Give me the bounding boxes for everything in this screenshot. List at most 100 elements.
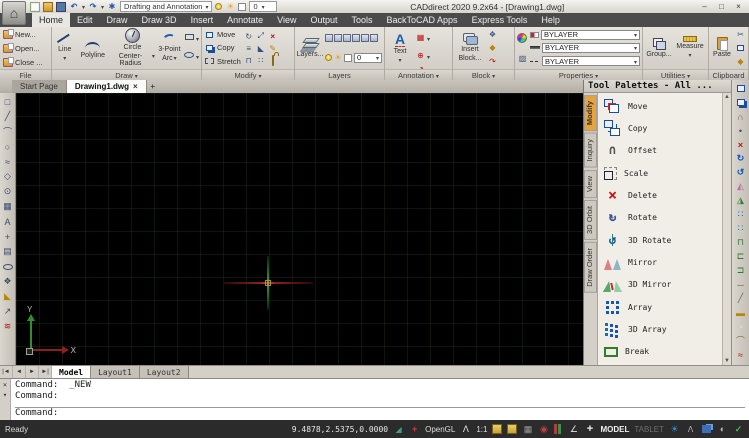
copy-clip-icon[interactable] xyxy=(735,43,746,53)
chevron-down-icon[interactable] xyxy=(196,28,199,46)
next-sheet-icon[interactable]: ► xyxy=(26,366,39,378)
hatch-icon[interactable]: ▦ xyxy=(1,200,14,213)
trim-icon[interactable]: ⊓ xyxy=(246,56,252,65)
chevron-down-icon[interactable] xyxy=(101,2,104,11)
command-input[interactable]: Command: xyxy=(15,408,745,419)
layer-on-icon[interactable] xyxy=(325,54,332,61)
layer-tool-icon[interactable] xyxy=(334,34,342,42)
status-check-icon[interactable] xyxy=(733,423,744,435)
tracking-icon[interactable] xyxy=(409,423,420,435)
erase-icon[interactable]: × xyxy=(270,32,275,41)
layer-lock-icon[interactable] xyxy=(238,3,246,11)
layer-tool-icon[interactable] xyxy=(370,34,378,42)
fillet-icon[interactable]: ◔ xyxy=(734,320,748,333)
annotation-scale-label[interactable]: 1:1 xyxy=(476,425,487,434)
move-button[interactable]: Move xyxy=(204,30,235,40)
polygon-icon[interactable]: ◇ xyxy=(1,170,14,183)
chevron-down-icon[interactable] xyxy=(82,2,85,11)
create-block-icon[interactable]: ❖ xyxy=(487,30,498,40)
workspace-gear-icon[interactable] xyxy=(107,2,117,12)
layer-thaw-icon[interactable] xyxy=(334,54,342,62)
palette-item-offset[interactable]: Offset xyxy=(604,141,720,161)
prev-sheet-icon[interactable]: ◄ xyxy=(13,366,26,378)
chevron-down-icon[interactable] xyxy=(492,71,495,80)
copy-with-basepoint-icon[interactable]: ◆ xyxy=(735,56,746,66)
layer-unlock-icon[interactable] xyxy=(344,54,352,62)
annotation-user-icon[interactable] xyxy=(460,423,471,435)
palette-item-delete[interactable]: Delete xyxy=(604,185,720,205)
color-control[interactable]: BYLAYER xyxy=(530,30,640,40)
chevron-down-icon[interactable] xyxy=(436,71,439,80)
edit-block-icon[interactable]: ◆ xyxy=(487,43,498,53)
stretch-button[interactable]: Stretch xyxy=(204,56,241,66)
save-icon[interactable] xyxy=(56,2,66,12)
edit-polyline-icon[interactable]: ≈ xyxy=(734,348,748,361)
menu-tools[interactable]: Tools xyxy=(345,13,380,27)
table-icon[interactable]: ▦ xyxy=(415,32,426,42)
palette-item-copy[interactable]: Copy xyxy=(604,118,720,138)
block-insert-icon[interactable]: ❖ xyxy=(1,275,14,288)
open-button[interactable]: Open... xyxy=(3,44,40,53)
palette-tab-modify[interactable]: Modify xyxy=(584,95,597,131)
palette-item-rotate[interactable]: Rotate xyxy=(604,208,720,228)
attribute-icon[interactable]: ↷ xyxy=(487,56,498,66)
chevron-down-icon[interactable] xyxy=(427,28,430,46)
chevron-down-icon[interactable] xyxy=(687,71,690,80)
tab-drawing1[interactable]: Drawing1.dwg× xyxy=(67,80,147,93)
menu-view[interactable]: View xyxy=(270,13,303,27)
ellipse-icon[interactable] xyxy=(184,50,195,60)
spline-icon[interactable]: ≈ xyxy=(1,155,14,168)
redo-icon[interactable] xyxy=(88,2,98,12)
chevron-down-icon[interactable] xyxy=(595,71,598,80)
layer-tool-icon[interactable] xyxy=(343,34,351,42)
scale-icon[interactable]: ⤢ xyxy=(258,31,264,41)
ellipse-icon[interactable] xyxy=(1,260,14,273)
palette-tab-3d-orbit[interactable]: 3D Orbit xyxy=(584,200,597,240)
scroll-up-icon[interactable]: ▲ xyxy=(724,94,730,100)
rotate-icon[interactable]: ↻ xyxy=(245,32,252,41)
copy-button[interactable]: Copy xyxy=(204,43,235,53)
polar-toggle-icon[interactable] xyxy=(568,423,579,435)
windows-icon[interactable] xyxy=(701,423,712,435)
tab-start-page[interactable]: Start Page xyxy=(12,80,67,93)
chevron-down-icon[interactable] xyxy=(259,71,262,80)
close-file-button[interactable]: Close ... xyxy=(3,58,43,67)
expand-command-icon[interactable]: ▾ xyxy=(3,391,7,399)
paste-button[interactable]: Paste xyxy=(711,28,733,68)
insert-block-button[interactable]: InsertBlock... xyxy=(455,28,485,68)
user-icon[interactable] xyxy=(685,423,696,435)
table-icon[interactable]: ▤ xyxy=(1,245,14,258)
break-icon[interactable]: ⊓ xyxy=(734,236,748,249)
point-icon[interactable]: ⊙ xyxy=(1,185,14,198)
lengthen-icon[interactable]: ─ xyxy=(734,278,748,291)
minimize-button[interactable]: – xyxy=(697,1,712,12)
undo-icon[interactable] xyxy=(69,2,79,12)
palette-tab-inquiry[interactable]: Inquiry xyxy=(584,133,597,168)
polyline-button[interactable]: Polyline xyxy=(78,28,109,68)
draft-toggle-icon[interactable] xyxy=(492,424,502,434)
palette-item-move[interactable]: Move xyxy=(604,96,720,116)
layers-button[interactable]: Layers... xyxy=(297,28,323,68)
text-button[interactable]: AText xyxy=(387,28,413,68)
new-button[interactable]: New... xyxy=(3,30,36,39)
chevron-down-icon[interactable] xyxy=(135,71,138,80)
app-logo-icon[interactable] xyxy=(2,1,26,25)
move-icon[interactable] xyxy=(734,82,748,95)
linetype-control[interactable]: BYLAYER xyxy=(530,56,640,66)
palette-tab-view[interactable]: View xyxy=(584,170,597,198)
line-button[interactable]: Line xyxy=(54,28,76,68)
chamfer-icon[interactable]: ◣ xyxy=(258,44,264,53)
line-icon[interactable]: ╱ xyxy=(1,110,14,123)
stretch-icon[interactable]: ╱ xyxy=(734,292,748,305)
chevron-down-icon[interactable] xyxy=(427,46,430,64)
layer-tool-icon[interactable] xyxy=(352,34,360,42)
contrast-icon[interactable] xyxy=(717,423,728,435)
close-command-icon[interactable]: × xyxy=(3,381,7,389)
last-sheet-icon[interactable]: ►| xyxy=(39,366,52,378)
lock-icon[interactable] xyxy=(272,56,274,65)
lineweight-control[interactable]: BYLAYER xyxy=(530,43,640,53)
quickdraw-toggle-icon[interactable] xyxy=(507,424,517,434)
chevron-down-icon[interactable] xyxy=(196,46,199,64)
new-tab-button[interactable]: + xyxy=(147,80,159,93)
grid-toggle-icon[interactable] xyxy=(522,423,533,435)
